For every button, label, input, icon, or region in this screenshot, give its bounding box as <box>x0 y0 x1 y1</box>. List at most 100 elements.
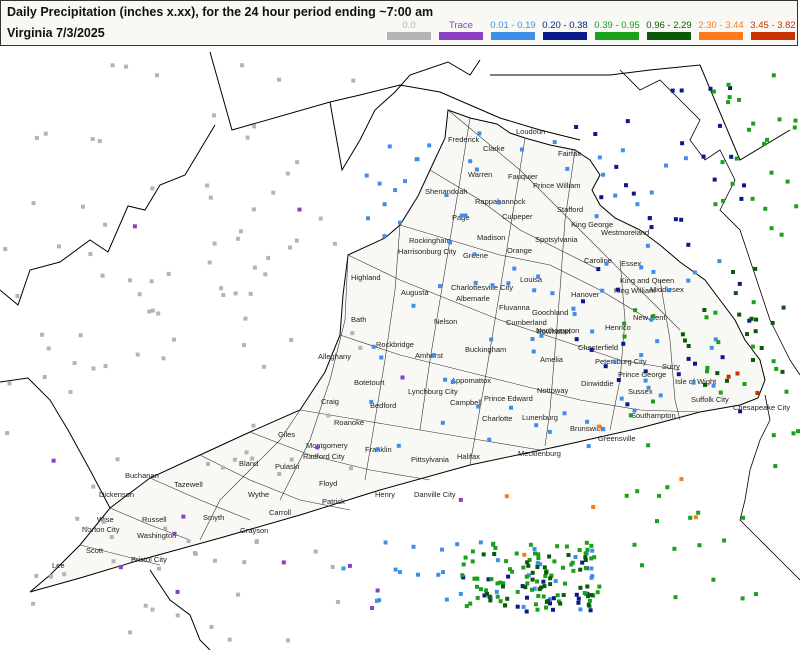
station-dot <box>727 95 732 100</box>
station-dot <box>686 344 691 348</box>
county-label-pulaski: Pulaski <box>275 462 300 471</box>
station-dot <box>533 602 538 607</box>
station-dot <box>531 349 536 354</box>
county-label-augusta: Augusta <box>401 288 429 297</box>
station-dot <box>166 271 171 276</box>
station-dot <box>440 420 445 425</box>
station-dot <box>242 560 247 565</box>
station-dot <box>101 519 106 524</box>
station-dot <box>248 291 253 296</box>
station-dot <box>649 190 654 195</box>
map-canvas[interactable]: FrederickClarke Loudoun Warren Fairfax Fauqu… <box>0 47 800 650</box>
station-dot <box>586 444 591 449</box>
station-dot <box>3 247 8 252</box>
station-dot <box>718 390 723 395</box>
station-dot <box>31 601 35 606</box>
county-label-southampton: Southampton <box>631 411 676 420</box>
station-dot <box>510 569 515 574</box>
station-dot <box>781 305 786 310</box>
station-dot <box>128 278 132 283</box>
station-dot <box>722 538 727 543</box>
county-label-essex: Essex <box>621 259 642 268</box>
station-dot <box>551 607 555 612</box>
legend-item-zero: 0.0 <box>384 20 434 44</box>
county-label-smyth: Smyth <box>203 513 224 522</box>
station-dot <box>592 555 597 560</box>
station-dot <box>503 603 508 608</box>
station-dot <box>495 558 500 563</box>
station-dot <box>525 560 530 565</box>
station-dot <box>463 555 468 560</box>
county-label-lee: Lee <box>52 561 65 570</box>
station-dot <box>245 135 250 140</box>
station-dot <box>536 274 541 279</box>
station-dot <box>524 574 529 579</box>
station-dot <box>649 317 654 322</box>
station-dot <box>792 125 797 130</box>
station-dot <box>40 332 45 337</box>
station-dot <box>161 356 166 361</box>
county-label-russell: Russell <box>142 515 167 524</box>
station-dot <box>370 606 375 610</box>
station-dot <box>635 202 640 207</box>
station-dot <box>686 242 691 247</box>
station-dot <box>658 393 663 398</box>
station-dot <box>393 188 398 193</box>
station-dot <box>455 542 460 547</box>
station-dot <box>295 160 300 165</box>
station-dot <box>81 204 85 209</box>
station-dot <box>754 317 759 322</box>
station-dot <box>680 332 685 337</box>
station-dot <box>591 505 596 509</box>
station-dot <box>720 160 725 165</box>
station-dot <box>156 311 161 316</box>
map-area[interactable]: Frederick Clarke Loudoun Warren Fairfax Fauqu… <box>0 47 800 650</box>
station-dot <box>475 595 480 600</box>
station-dot <box>330 565 335 569</box>
station-dot <box>240 63 245 68</box>
station-dot <box>649 225 654 230</box>
station-dot <box>796 429 800 434</box>
station-dot <box>693 361 697 366</box>
station-dot <box>571 306 576 311</box>
station-dot <box>697 543 702 548</box>
station-dot <box>57 244 61 249</box>
station-dot <box>577 548 582 552</box>
station-dot <box>207 260 212 265</box>
county-label-mecklenburg: Mecklenburg <box>518 449 561 458</box>
station-dot <box>277 472 282 476</box>
station-dot <box>440 547 444 552</box>
station-dot <box>771 433 776 438</box>
station-dot <box>522 552 527 557</box>
county-label-loudoun: Loudoun <box>516 127 545 136</box>
station-dot <box>571 568 576 573</box>
station-dot <box>143 603 148 608</box>
virginia-state-shape <box>29 109 766 593</box>
station-dot <box>263 272 268 277</box>
station-dot <box>383 540 388 545</box>
station-dot <box>91 366 96 371</box>
station-dot <box>552 140 557 145</box>
station-dot <box>411 544 416 549</box>
county-label-amherst: Amherst <box>415 351 444 360</box>
station-dot <box>333 241 337 246</box>
station-dot <box>585 419 590 424</box>
county-label-montgomery: Montgomery <box>306 441 348 450</box>
station-dot <box>103 222 108 227</box>
station-dot <box>349 466 353 471</box>
county-label-halifax: Halifax <box>457 452 480 461</box>
station-dot <box>528 542 533 547</box>
station-dot <box>251 207 256 212</box>
station-dot <box>726 100 731 105</box>
station-dot <box>717 123 722 128</box>
station-dot <box>150 186 155 191</box>
station-dot <box>731 270 735 274</box>
station-dot <box>521 604 526 609</box>
station-dot <box>496 200 501 205</box>
station-dot <box>742 183 746 188</box>
county-label-harrisonburg-city: Harrisonburg City <box>398 247 457 256</box>
station-dot <box>431 353 436 358</box>
station-dot <box>487 594 492 599</box>
station-dot <box>673 217 678 222</box>
station-dot <box>564 544 569 549</box>
